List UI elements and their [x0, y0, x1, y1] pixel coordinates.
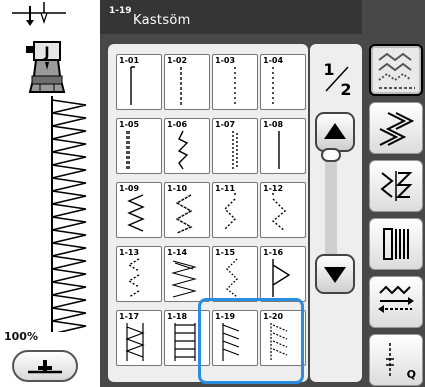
pattern-113-tile[interactable]: 1-13 — [116, 246, 162, 302]
pattern-number-label: 1-17 — [119, 312, 140, 321]
pattern-number-label: 1-14 — [167, 248, 188, 257]
pattern-110-tile[interactable]: 1-10 — [164, 182, 210, 238]
pattern-107-tile[interactable]: 1-07 — [212, 118, 258, 174]
pattern-114-tile[interactable]: 1-14 — [164, 246, 210, 302]
needle-position-icon — [12, 2, 66, 26]
category-buttonhole[interactable] — [369, 218, 423, 270]
selection-highlight — [198, 298, 304, 384]
quilting-label: Q — [406, 368, 416, 381]
stitch-name: Kastsöm — [133, 13, 191, 28]
satin-stitch-icon — [380, 171, 413, 201]
pattern-number-label: 1-04 — [263, 56, 284, 65]
page-up-button[interactable] — [315, 112, 355, 152]
pattern-106-tile[interactable]: 1-06 — [164, 118, 210, 174]
category-decorative-stitches[interactable] — [369, 102, 423, 154]
current-page: 1 — [323, 60, 334, 79]
page-down-button[interactable] — [315, 254, 355, 294]
stitch-preview — [51, 96, 87, 332]
utility-stitch-icon — [378, 52, 415, 89]
pattern-number-label: 1-07 — [215, 120, 236, 129]
category-satin-stitches[interactable] — [369, 160, 423, 212]
pattern-number-label: 1-08 — [263, 120, 284, 129]
pattern-number-label: 1-11 — [215, 184, 236, 193]
zoom-level: 100% — [4, 330, 38, 343]
pattern-number-label: 1-03 — [215, 56, 236, 65]
presser-foot-icon — [28, 360, 62, 374]
preview-button[interactable] — [12, 350, 78, 382]
stitch-alignment-icon — [378, 285, 414, 313]
pattern-number-label: 1-06 — [167, 120, 188, 129]
pattern-115-tile[interactable]: 1-15 — [212, 246, 258, 302]
svg-text:J: J — [43, 45, 49, 61]
pattern-117-tile[interactable]: 1-17 — [116, 310, 162, 366]
pattern-111-tile[interactable]: 1-11 — [212, 182, 258, 238]
pattern-number-label: 1-16 — [263, 248, 284, 257]
page-indicator: 1 2 — [323, 60, 351, 98]
category-stitch-alignment[interactable] — [369, 276, 423, 328]
pattern-number-label: 1-09 — [119, 184, 140, 193]
total-pages: 2 — [340, 80, 351, 98]
category-utility-stitches[interactable] — [369, 44, 423, 96]
decorative-stitch-icon — [379, 112, 415, 146]
up-arrow-icon — [324, 123, 346, 139]
pattern-number-label: 1-15 — [215, 248, 236, 257]
pattern-101-tile[interactable]: 1-01 — [116, 54, 162, 110]
presser-foot-j-icon: J — [26, 41, 66, 93]
pattern-number-label: 1-12 — [263, 184, 284, 193]
pattern-104-tile[interactable]: 1-04 — [260, 54, 306, 110]
pattern-number-label: 1-10 — [167, 184, 188, 193]
pattern-112-tile[interactable]: 1-12 — [260, 182, 306, 238]
pattern-number-label: 1-13 — [119, 248, 140, 257]
pattern-102-tile[interactable]: 1-02 — [164, 54, 210, 110]
pattern-105-tile[interactable]: 1-05 — [116, 118, 162, 174]
pattern-number-label: 1-18 — [167, 312, 188, 321]
pattern-109-tile[interactable]: 1-09 — [116, 182, 162, 238]
category-quilting[interactable]: Q — [369, 334, 423, 386]
pattern-number-label: 1-01 — [119, 56, 140, 65]
pattern-103-tile[interactable]: 1-03 — [212, 54, 258, 110]
selected-pattern-number: 1-19 — [109, 6, 132, 16]
pattern-number-label: 1-05 — [119, 120, 140, 129]
pattern-number-label: 1-02 — [167, 56, 188, 65]
pattern-108-tile[interactable]: 1-08 — [260, 118, 306, 174]
down-arrow-icon — [324, 267, 346, 283]
buttonhole-icon — [383, 228, 409, 260]
pattern-116-tile[interactable]: 1-16 — [260, 246, 306, 302]
scrollbar-thumb[interactable] — [321, 148, 341, 162]
